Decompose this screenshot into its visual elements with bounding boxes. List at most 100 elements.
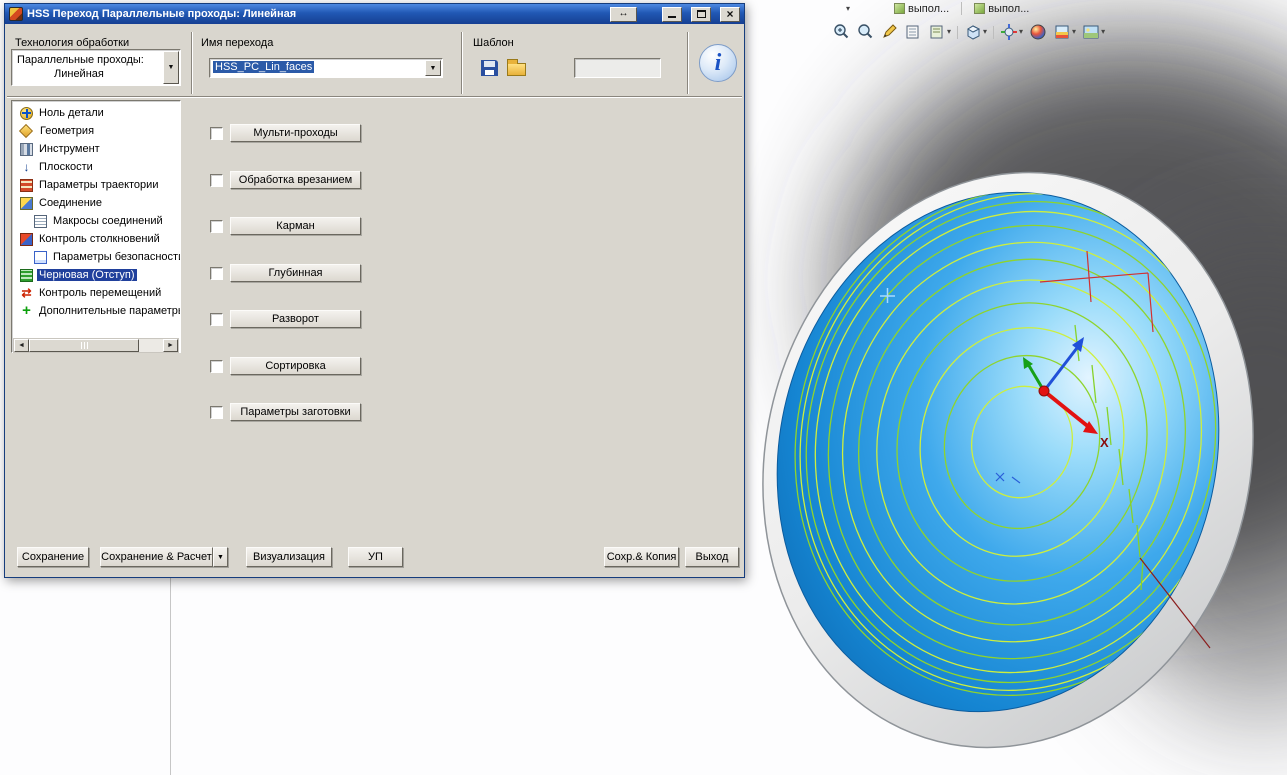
view-settings-button[interactable]: ▾ <box>998 20 1025 44</box>
operation-name-combo[interactable]: HSS_PC_Lin_faces ▼ <box>209 58 443 78</box>
tree-item-link[interactable]: Соединение <box>12 194 180 212</box>
option-row: Разворот <box>210 310 361 328</box>
multi-passes-checkbox[interactable] <box>210 126 223 140</box>
scene-button[interactable]: ▾ <box>1080 20 1107 44</box>
tree-item-extra-params[interactable]: + Дополнительные параметры <box>12 302 180 320</box>
scroll-right-button[interactable]: ► <box>163 339 178 352</box>
tree-item-toolpath-params[interactable]: Параметры траектории <box>12 176 180 194</box>
minimize-icon <box>668 10 676 18</box>
notes-button[interactable] <box>902 20 924 44</box>
reverse-button[interactable]: Разворот <box>230 310 361 328</box>
info-button[interactable]: i <box>699 44 737 82</box>
operation-name-combo-arrow[interactable]: ▼ <box>425 60 441 76</box>
sorting-checkbox[interactable] <box>210 359 223 373</box>
tree-item-motion-control[interactable]: ⇄ Контроль перемещений <box>12 284 180 302</box>
annotate-button[interactable] <box>878 20 900 44</box>
notes-dropdown-button[interactable]: ▾ <box>926 20 953 44</box>
tree-item-planes[interactable]: ↓ Плоскости <box>12 158 180 176</box>
tree-item-label: Контроль перемещений <box>39 287 162 299</box>
operation-name-label: Имя перехода <box>201 37 274 49</box>
tree-item-roughing[interactable]: Черновая (Отступ) <box>12 266 180 284</box>
pocket-checkbox[interactable] <box>210 219 223 233</box>
option-row: Обработка врезанием <box>210 171 361 189</box>
scroll-left-button[interactable]: ◄ <box>14 339 29 352</box>
minimize-button[interactable] <box>662 6 682 22</box>
scene-icon <box>1083 25 1099 39</box>
depth-button[interactable]: Глубинная <box>230 264 361 282</box>
stock-params-button[interactable]: Параметры заготовки <box>230 403 361 421</box>
header-separator <box>191 32 193 94</box>
multi-passes-button[interactable]: Мульти-проходы <box>230 124 361 142</box>
extra-params-icon: + <box>22 302 31 319</box>
header-separator <box>461 32 463 94</box>
depth-checkbox[interactable] <box>210 266 223 280</box>
planes-icon: ↓ <box>23 160 30 174</box>
save-calc-button[interactable]: Сохранение & Расчет <box>100 547 213 567</box>
scrollbar-track[interactable] <box>139 339 163 352</box>
plunge-machining-checkbox[interactable] <box>210 173 223 187</box>
toolbar-separator <box>961 2 963 15</box>
rotate-view-icon <box>1001 24 1018 40</box>
option-row: Глубинная <box>210 264 361 282</box>
tree-item-tool[interactable]: Инструмент <box>12 140 180 158</box>
maximize-button[interactable] <box>691 6 711 22</box>
option-row: Параметры заготовки <box>210 403 361 421</box>
template-open-icon[interactable] <box>507 59 526 76</box>
chevron-down-icon: ▾ <box>983 27 988 36</box>
geometry-icon <box>18 123 34 139</box>
stock-params-checkbox[interactable] <box>210 405 223 419</box>
zoom-area-icon <box>858 24 873 39</box>
technology-label: Технология обработки <box>15 37 130 49</box>
title-bar[interactable]: HSS Переход Параллельные проходы: Линейн… <box>5 4 744 24</box>
notebook-icon <box>906 25 919 39</box>
save-calc-dropdown[interactable]: ▼ <box>213 547 228 567</box>
zoom-in-button[interactable] <box>830 20 852 44</box>
axis-x-label: X <box>1100 435 1109 450</box>
exit-button[interactable]: Выход <box>685 547 739 567</box>
chevron-down-icon: ▾ <box>1072 27 1077 36</box>
tree-item-link-macros[interactable]: Макросы соединений <box>12 212 180 230</box>
tree-item-collision-control[interactable]: Контроль столкновений <box>12 230 180 248</box>
panel-divider[interactable] <box>170 578 171 775</box>
pocket-button[interactable]: Карман <box>230 217 361 235</box>
section-view-button[interactable]: ▾ <box>962 20 989 44</box>
zoom-area-button[interactable] <box>854 20 876 44</box>
link-macros-icon <box>34 214 47 228</box>
tree-item-label: Параметры безопасности <box>53 251 180 263</box>
macro-button-1[interactable]: выпол... <box>892 1 951 17</box>
zoom-in-icon <box>834 24 849 39</box>
technology-combo-arrow[interactable]: ▼ <box>163 51 179 84</box>
technology-value-line2: Линейная <box>54 68 104 80</box>
reverse-checkbox[interactable] <box>210 312 223 326</box>
tree-item-geometry[interactable]: Геометрия <box>12 122 180 140</box>
operation-tree: Ноль детали Геометрия Инструмент ↓ Плоско… <box>11 100 181 353</box>
close-button[interactable]: × <box>720 6 740 22</box>
tree-item-part-origin[interactable]: Ноль детали <box>12 104 180 122</box>
window-title: HSS Переход Параллельные проходы: Линейн… <box>27 8 297 20</box>
sorting-button[interactable]: Сортировка <box>230 357 361 375</box>
chevron-down-icon: ▼ <box>167 64 175 71</box>
macro-label: выпол... <box>988 2 1030 15</box>
save-copy-button[interactable]: Сохр.& Копия <box>604 547 679 567</box>
appearance-button[interactable] <box>1027 20 1049 44</box>
chevron-down-icon: ▾ <box>947 27 952 36</box>
nc-program-button[interactable]: УП <box>348 547 403 567</box>
plunge-machining-button[interactable]: Обработка врезанием <box>230 171 361 189</box>
palette-icon <box>1055 25 1069 39</box>
template-save-icon[interactable] <box>481 60 498 76</box>
edit-appearance-button[interactable]: ▾ <box>1051 20 1078 44</box>
tree-item-label: Параметры траектории <box>39 179 159 191</box>
macro-button-2[interactable]: выпол... <box>972 1 1031 17</box>
save-button[interactable]: Сохранение <box>17 547 89 567</box>
chevron-down-icon[interactable]: ▾ <box>846 4 850 13</box>
template-field[interactable] <box>574 58 661 78</box>
technology-combo[interactable]: Параллельные проходы: Линейная ▼ <box>11 49 181 86</box>
detach-button[interactable]: ↔ <box>610 6 637 22</box>
visualize-button[interactable]: Визуализация <box>246 547 332 567</box>
tree-horizontal-scrollbar[interactable]: ◄ ► <box>13 338 179 353</box>
tree-item-safety-params[interactable]: Параметры безопасности <box>12 248 180 266</box>
close-icon: × <box>726 7 734 21</box>
template-label: Шаблон <box>473 37 514 49</box>
part-origin-icon <box>20 106 33 120</box>
scrollbar-thumb[interactable] <box>29 339 139 352</box>
